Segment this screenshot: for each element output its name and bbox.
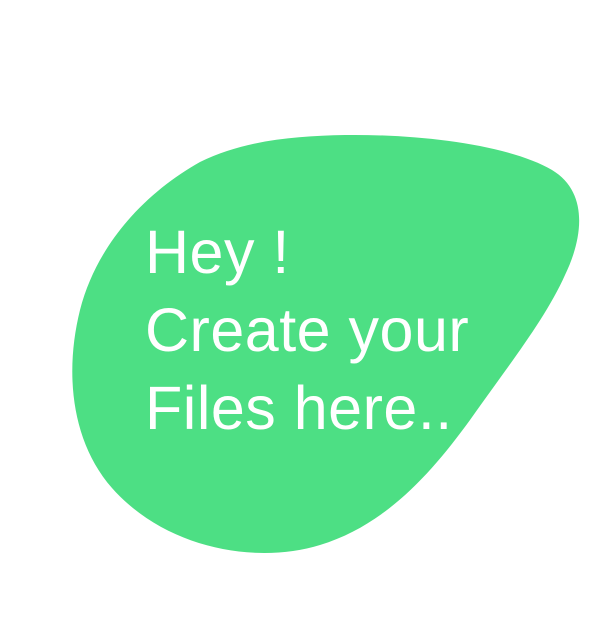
files-prompt-text: Files here.. — [145, 374, 453, 442]
empty-state-panel: Hey ! Create your Files here.. — [0, 0, 611, 639]
greeting-text: Hey ! — [145, 218, 290, 286]
create-prompt-text: Create your — [145, 296, 470, 364]
empty-state-message: Hey ! Create your Files here.. — [145, 213, 545, 447]
